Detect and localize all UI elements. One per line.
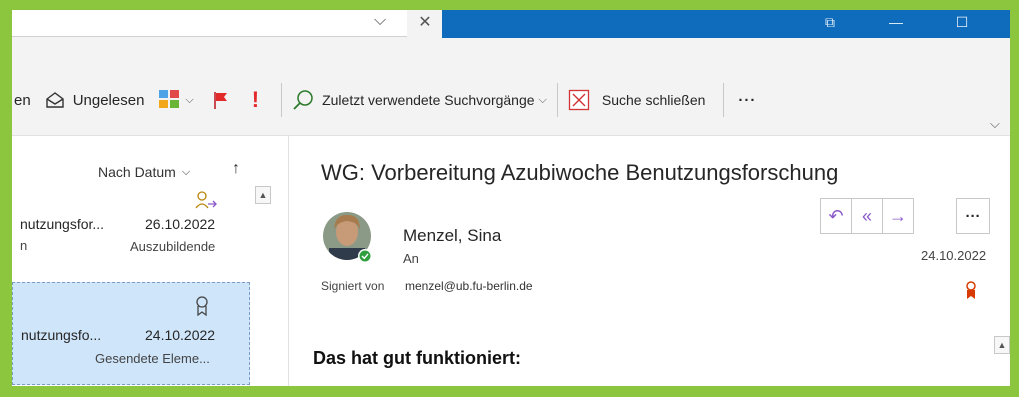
importance-high-icon[interactable]: ! xyxy=(252,84,259,116)
sort-direction-arrow-icon[interactable]: ↑ xyxy=(232,160,240,178)
search-icon xyxy=(293,90,313,110)
forward-arrow-icon: → xyxy=(889,205,907,226)
avatar[interactable] xyxy=(323,210,373,264)
search-scope-chevron-icon[interactable]: ⌵ xyxy=(374,12,386,30)
clear-search-icon[interactable]: ✕ xyxy=(408,10,442,38)
signature-badge-icon[interactable] xyxy=(965,280,977,302)
list-item-subject: nutzungsfor... xyxy=(20,216,105,232)
ribbon: en Ungelesen ⌵ ! Zuletzt verwendete Such… xyxy=(12,38,1010,136)
message-list: Nach Datum ⌵ ↑ nutzungsfor... 26.10.2022… xyxy=(12,136,271,386)
scroll-up-arrow-icon[interactable]: ▲ xyxy=(255,186,271,204)
flag-icon xyxy=(213,92,227,109)
outlook-window: ⌵ ✕ ⧉ — ☐ ✕ en Ungelesen xyxy=(12,10,1010,386)
recent-searches-label: Zuletzt verwendete Suchvorgänge xyxy=(322,92,535,108)
recent-searches-dropdown[interactable]: Zuletzt verwendete Suchvorgänge ⌵ xyxy=(292,84,547,116)
signed-by-email[interactable]: menzel@ub.fu-berlin.de xyxy=(405,279,533,293)
certificate-icon xyxy=(196,296,208,317)
ribbon-commands: en Ungelesen ⌵ ! Zuletzt verwendete Such… xyxy=(12,80,756,120)
body-heading: Das hat gut funktioniert: xyxy=(313,348,521,368)
restore-icon[interactable]: ⧉ xyxy=(810,10,850,38)
list-scrollbar[interactable]: ▲ xyxy=(255,186,271,386)
reply-arrow-icon: ↶ xyxy=(828,205,844,226)
reading-pane: WG: Vorbereitung Azubiwoche Benutzungsfo… xyxy=(289,136,1010,386)
ribbon-more-button[interactable]: ··· xyxy=(738,84,756,116)
categories-grid-icon xyxy=(159,90,180,108)
list-item-folder: Auszubildende xyxy=(130,239,216,254)
categorize-chevron-icon: ⌵ xyxy=(185,93,194,106)
sender-name[interactable]: Menzel, Sina xyxy=(403,226,501,246)
ribbon-expand-chevron-icon[interactable]: ⌵ xyxy=(990,116,1000,132)
sort-dropdown[interactable]: Nach Datum ⌵ xyxy=(98,164,190,180)
reply-all-button[interactable]: « xyxy=(851,198,883,234)
recent-searches-chevron-icon: ⌵ xyxy=(538,93,547,106)
title-bar: ⌵ ✕ ⧉ — ☐ ✕ xyxy=(12,10,1010,38)
list-item-folder: Gesendete Eleme... xyxy=(95,351,210,366)
flag-button[interactable] xyxy=(212,84,230,116)
ribbon-divider xyxy=(723,83,725,117)
reading-scroll-up-arrow-icon[interactable]: ▲ xyxy=(994,336,1010,354)
close-search-label: Suche schließen xyxy=(601,92,706,108)
categorize-button[interactable]: ⌵ xyxy=(158,84,194,116)
close-button[interactable]: ✕ xyxy=(1002,10,1010,38)
list-item-sender: n xyxy=(20,238,28,253)
close-search-button[interactable]: Suche schließen xyxy=(568,84,706,116)
list-item-subject: nutzungsfo... xyxy=(21,327,102,343)
title-bar-accent: ⧉ — ☐ ✕ xyxy=(442,10,1010,38)
unread-button[interactable]: Ungelesen xyxy=(45,84,145,116)
search-input[interactable] xyxy=(12,10,407,37)
close-search-icon xyxy=(568,89,590,111)
minimize-button[interactable]: — xyxy=(876,10,916,38)
message-more-button[interactable]: ··· xyxy=(956,198,990,234)
signed-by-label: Signiert von xyxy=(321,279,385,293)
to-label: An xyxy=(403,251,419,266)
list-item-selected[interactable]: nutzungsfo... 24.10.2022 Gesendete Eleme… xyxy=(12,282,250,385)
ribbon-divider xyxy=(556,83,558,117)
reply-button[interactable]: ↶ xyxy=(820,198,852,234)
list-item-date: 26.10.2022 xyxy=(145,216,216,232)
message-date: 24.10.2022 xyxy=(921,248,987,263)
maximize-button[interactable]: ☐ xyxy=(942,10,982,38)
ribbon-partial-label[interactable]: en xyxy=(14,84,31,116)
envelope-open-icon xyxy=(45,92,64,108)
list-item-date: 24.10.2022 xyxy=(145,327,216,343)
shared-with-icon xyxy=(195,191,217,209)
sort-label: Nach Datum xyxy=(98,164,176,180)
ribbon-divider xyxy=(281,83,283,117)
message-subject: WG: Vorbereitung Azubiwoche Benutzungsfo… xyxy=(321,160,839,185)
sort-chevron-icon: ⌵ xyxy=(181,165,191,178)
unread-label: Ungelesen xyxy=(72,91,145,109)
forward-button[interactable]: → xyxy=(882,198,914,234)
reply-all-arrow-icon: « xyxy=(861,205,872,226)
